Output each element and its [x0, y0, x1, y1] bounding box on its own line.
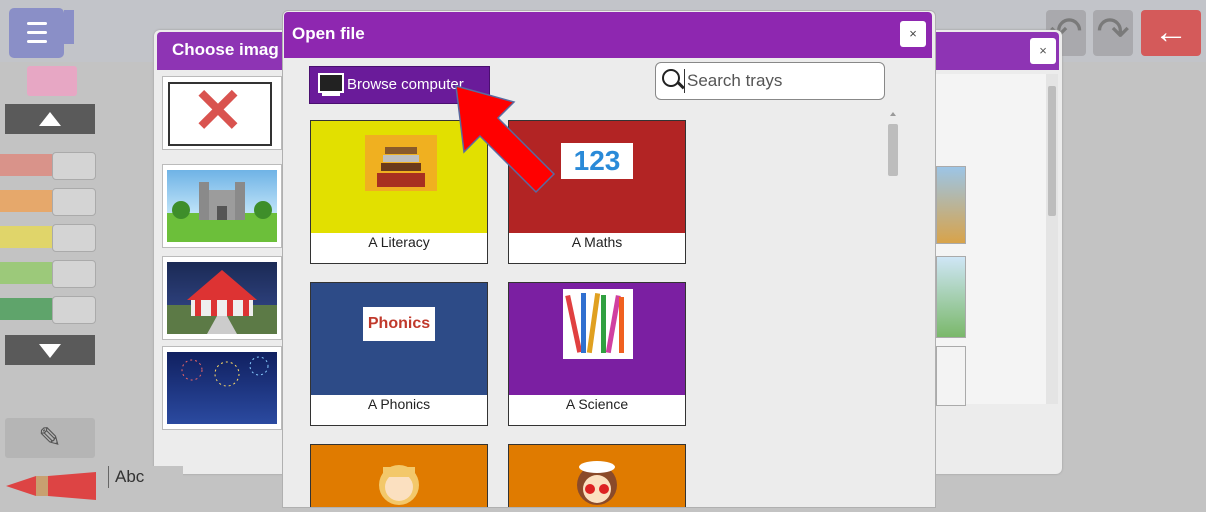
scroll-down-button[interactable]: [5, 335, 95, 365]
phonics-icon: Phonics: [363, 307, 435, 341]
hamburger-icon-line: [27, 40, 47, 43]
monitor-stand: [322, 93, 340, 96]
scrollbar-thumb[interactable]: [888, 124, 898, 176]
arrow-up-icon: [39, 112, 61, 126]
pen-green[interactable]: [0, 294, 96, 324]
tray-art: Phonics: [311, 283, 487, 395]
open-file-scrollbar[interactable]: [884, 108, 900, 506]
image-thumbnail-castle[interactable]: [162, 164, 282, 248]
tray-5[interactable]: [310, 444, 488, 507]
tray-label: A Maths: [571, 234, 623, 250]
image-thumbnail-partial[interactable]: [936, 166, 966, 244]
pen-lightgreen[interactable]: [0, 258, 96, 288]
scroll-up-arrow-icon[interactable]: [890, 112, 896, 116]
redo-button[interactable]: ↷: [1093, 10, 1133, 56]
tray-art: [509, 283, 685, 395]
monitor-icon: [318, 73, 344, 93]
image-thumbnail-fireworks[interactable]: [162, 346, 282, 430]
circus-image: [167, 262, 277, 334]
eraser-tool[interactable]: [27, 66, 77, 96]
tray-art: [311, 445, 487, 507]
open-file-close-button[interactable]: ×: [900, 21, 926, 47]
arrow-down-icon: [39, 344, 61, 358]
tray-a-science[interactable]: A Science: [508, 282, 686, 426]
tray-label: A Literacy: [368, 234, 430, 250]
castle-image: [167, 170, 277, 242]
tray-art: [509, 445, 685, 507]
scrollbar-thumb[interactable]: [1048, 86, 1056, 216]
page-tab[interactable]: [64, 10, 74, 44]
close-icon: ✕: [192, 77, 244, 146]
scroll-up-button[interactable]: [5, 104, 95, 134]
choose-image-close-button[interactable]: ×: [1030, 38, 1056, 64]
pen-red[interactable]: [0, 150, 96, 180]
marker-icon: [6, 472, 96, 500]
image-thumbnail-partial[interactable]: [936, 256, 966, 338]
girl-sunglasses-avatar-icon: [577, 461, 617, 505]
choose-image-title: Choose imag: [172, 40, 279, 59]
back-button[interactable]: ←: [1141, 10, 1201, 56]
paint-bucket-tool[interactable]: ✎: [5, 418, 95, 458]
marker-tool[interactable]: [6, 470, 96, 502]
hamburger-icon-line: [27, 31, 47, 34]
no-image-option[interactable]: ✕: [162, 76, 282, 150]
menu-button[interactable]: [9, 8, 64, 58]
open-file-title: Open file: [292, 24, 365, 43]
open-file-header: [284, 12, 932, 58]
hamburger-icon: [27, 22, 47, 25]
girl-avatar-icon: [379, 465, 419, 505]
fireworks-image: [167, 352, 277, 424]
tray-label: A Phonics: [367, 396, 431, 412]
search-box[interactable]: [655, 62, 885, 100]
browse-computer-label: Browse computer: [347, 76, 464, 93]
tray-6[interactable]: [508, 444, 686, 507]
pen-orange[interactable]: [0, 186, 96, 216]
arrow-pointer-icon: [455, 84, 556, 194]
image-thumbnail-circus[interactable]: [162, 256, 282, 340]
image-thumbnail-partial[interactable]: [936, 346, 966, 406]
annotation-arrow: [452, 82, 572, 202]
pencils-icon: [563, 289, 633, 359]
pen-yellow[interactable]: [0, 222, 96, 252]
search-input[interactable]: [684, 69, 879, 93]
text-tool-label[interactable]: Abc: [108, 466, 183, 488]
tray-label: A Science: [565, 396, 629, 412]
choose-image-scrollbar[interactable]: [1046, 74, 1058, 404]
paint-bucket-icon: ✎: [38, 422, 62, 453]
tray-a-phonics[interactable]: Phonics A Phonics: [310, 282, 488, 426]
